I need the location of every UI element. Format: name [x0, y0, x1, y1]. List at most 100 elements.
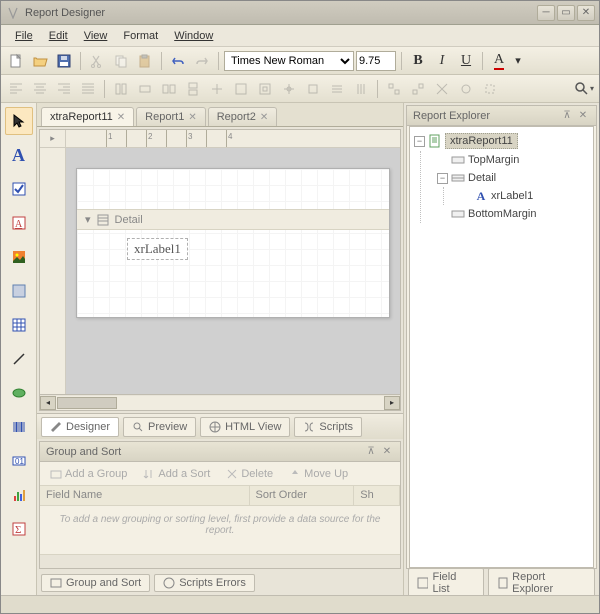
add-group-button[interactable]: Add a Group: [44, 466, 133, 482]
new-button[interactable]: [5, 50, 27, 72]
align-tool-10[interactable]: [326, 78, 348, 100]
tab-report1[interactable]: Report1✕: [136, 107, 206, 126]
align-tool-7[interactable]: [254, 78, 276, 100]
panel-close-icon[interactable]: ✕: [380, 445, 394, 459]
group-sort-tab[interactable]: Group and Sort: [41, 574, 150, 592]
line-tool[interactable]: [5, 345, 33, 373]
tree-node-root[interactable]: − xtraReport11: [414, 131, 589, 151]
save-button[interactable]: [53, 50, 75, 72]
panel-tool[interactable]: [5, 277, 33, 305]
scroll-thumb[interactable]: [57, 397, 117, 409]
close-icon[interactable]: ✕: [188, 112, 196, 123]
italic-button[interactable]: I: [431, 50, 453, 72]
align-tool-14[interactable]: [431, 78, 453, 100]
cut-button[interactable]: [86, 50, 108, 72]
html-view-tab[interactable]: HTML View: [200, 417, 290, 437]
align-tool-13[interactable]: [407, 78, 429, 100]
tab-xtrareport11[interactable]: xtraReport11✕: [41, 107, 134, 126]
copy-button[interactable]: [110, 50, 132, 72]
close-icon[interactable]: ✕: [260, 112, 268, 123]
align-tool-16[interactable]: [479, 78, 501, 100]
preview-tab[interactable]: Preview: [123, 417, 196, 437]
pointer-tool[interactable]: [5, 107, 33, 135]
align-tool-9[interactable]: [302, 78, 324, 100]
redo-button[interactable]: [191, 50, 213, 72]
col-field-name[interactable]: Field Name: [40, 486, 250, 505]
font-name-select[interactable]: Times New Roman: [224, 51, 354, 71]
panel-close-icon[interactable]: ✕: [576, 109, 590, 123]
align-tool-15[interactable]: [455, 78, 477, 100]
align-justify-icon[interactable]: [77, 78, 99, 100]
expander-icon[interactable]: −: [414, 136, 425, 147]
label-tool[interactable]: A: [5, 141, 33, 169]
align-tool-3[interactable]: [158, 78, 180, 100]
menu-file[interactable]: File: [7, 28, 41, 44]
shape-tool[interactable]: [5, 379, 33, 407]
col-sort-order[interactable]: Sort Order: [250, 486, 355, 505]
close-icon[interactable]: ✕: [117, 112, 125, 123]
detail-band-header[interactable]: ▾ Detail: [77, 209, 389, 230]
barcode-tool[interactable]: [5, 413, 33, 441]
delete-button[interactable]: Delete: [220, 466, 279, 482]
scripts-tab[interactable]: Scripts: [294, 417, 362, 437]
ruler-corner[interactable]: ▸: [40, 130, 66, 147]
align-center-icon[interactable]: [29, 78, 51, 100]
close-button[interactable]: ✕: [577, 5, 595, 21]
xr-label-control[interactable]: xrLabel1: [127, 238, 188, 260]
chart-tool[interactable]: [5, 481, 33, 509]
align-tool-6[interactable]: [230, 78, 252, 100]
paste-button[interactable]: [134, 50, 156, 72]
sigma-tool[interactable]: Σ: [5, 515, 33, 543]
menu-edit[interactable]: Edit: [41, 28, 76, 44]
explorer-tree[interactable]: − xtraReport11 TopMargin −: [409, 126, 594, 568]
open-button[interactable]: [29, 50, 51, 72]
menu-window[interactable]: Window: [166, 28, 221, 44]
align-tool-4[interactable]: [182, 78, 204, 100]
align-left-icon[interactable]: [5, 78, 27, 100]
align-tool-2[interactable]: [134, 78, 156, 100]
align-tool-12[interactable]: [383, 78, 405, 100]
font-size-input[interactable]: [356, 51, 396, 71]
tree-node-xrlabel1[interactable]: A xrLabel1: [460, 187, 589, 205]
pin-icon[interactable]: ⊼: [560, 109, 574, 123]
underline-button[interactable]: U: [455, 50, 477, 72]
tree-node-topmargin[interactable]: TopMargin: [437, 151, 589, 169]
maximize-button[interactable]: ▭: [557, 5, 575, 21]
zipcode-tool[interactable]: 01: [5, 447, 33, 475]
font-color-dropdown[interactable]: ▾: [512, 50, 524, 72]
col-show[interactable]: Sh: [354, 486, 400, 505]
detail-band-body[interactable]: xrLabel1: [77, 230, 389, 280]
zoom-button[interactable]: ▾: [573, 78, 595, 100]
add-sort-button[interactable]: Add a Sort: [137, 466, 216, 482]
field-list-tab[interactable]: Field List: [408, 568, 484, 598]
design-surface[interactable]: ▾ Detail xrLabel1: [66, 148, 400, 394]
tree-node-bottommargin[interactable]: BottomMargin: [437, 205, 589, 223]
align-tool-8[interactable]: [278, 78, 300, 100]
align-tool-11[interactable]: [350, 78, 372, 100]
picture-tool[interactable]: [5, 243, 33, 271]
report-page[interactable]: ▾ Detail xrLabel1: [76, 168, 390, 318]
horizontal-ruler[interactable]: [66, 130, 400, 147]
menu-format[interactable]: Format: [115, 28, 166, 44]
scroll-right-button[interactable]: ▸: [384, 396, 400, 410]
menu-view[interactable]: View: [76, 28, 116, 44]
designer-tab[interactable]: Designer: [41, 417, 119, 437]
minimize-button[interactable]: ─: [537, 5, 555, 21]
scroll-left-button[interactable]: ◂: [40, 396, 56, 410]
expander-icon[interactable]: −: [437, 173, 448, 184]
tree-node-detail[interactable]: − Detail: [437, 169, 589, 187]
align-tool-5[interactable]: [206, 78, 228, 100]
panel-scrollbar[interactable]: [40, 554, 400, 568]
richtext-tool[interactable]: A: [5, 209, 33, 237]
scripts-errors-tab[interactable]: Scripts Errors: [154, 574, 255, 592]
align-right-icon[interactable]: [53, 78, 75, 100]
pin-icon[interactable]: ⊼: [364, 445, 378, 459]
move-up-button[interactable]: Move Up: [283, 466, 354, 482]
font-color-button[interactable]: A: [488, 50, 510, 72]
report-explorer-tab[interactable]: Report Explorer: [488, 568, 595, 598]
table-tool[interactable]: [5, 311, 33, 339]
checkbox-tool[interactable]: [5, 175, 33, 203]
tab-report2[interactable]: Report2✕: [208, 107, 278, 126]
bold-button[interactable]: B: [407, 50, 429, 72]
undo-button[interactable]: [167, 50, 189, 72]
